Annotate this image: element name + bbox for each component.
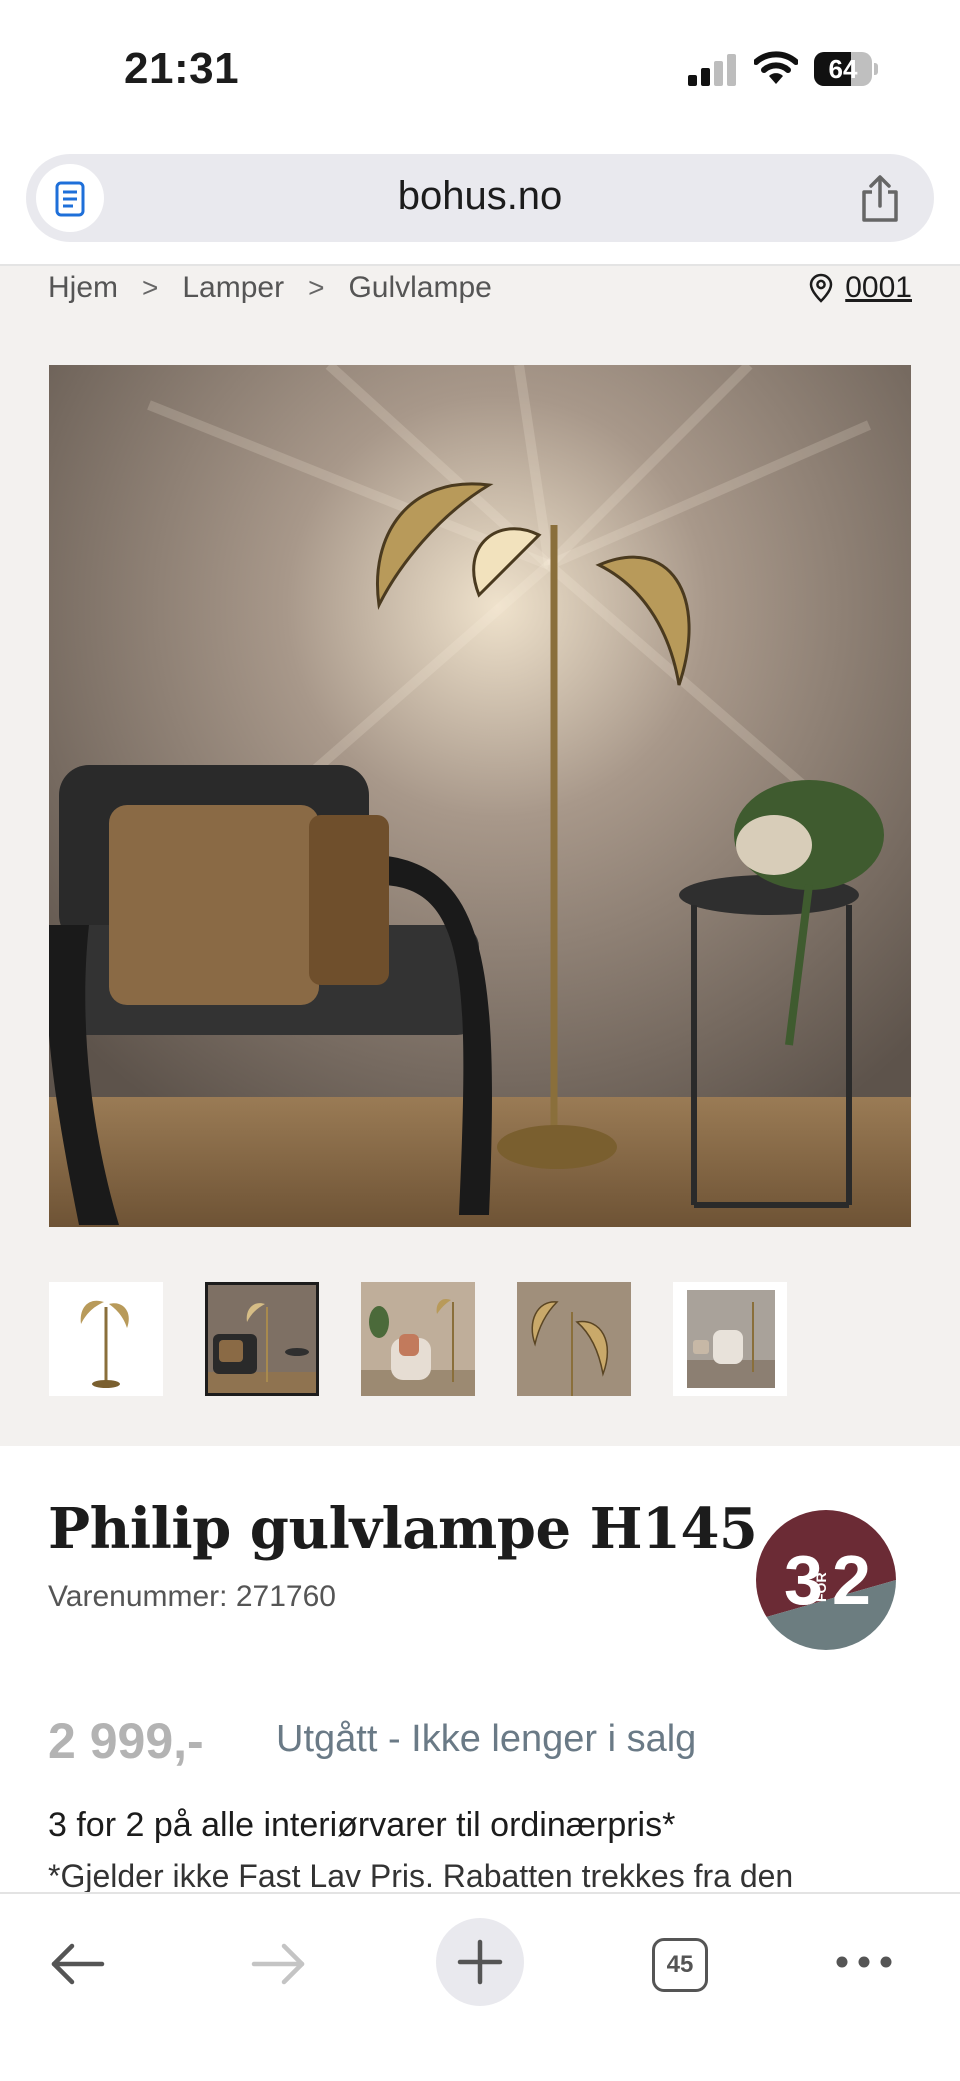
breadcrumb-gulvlampe[interactable]: Gulvlampe	[348, 271, 491, 305]
store-selector[interactable]: 0001	[809, 266, 912, 310]
product-price: 2 999,-	[48, 1713, 204, 1769]
thumbnail-1[interactable]	[49, 1282, 163, 1396]
thumbnail-2[interactable]	[205, 1282, 319, 1396]
address-bar[interactable]: bohus.no	[26, 154, 934, 242]
breadcrumb-home[interactable]: Hjem	[48, 271, 118, 305]
thumbnail-5[interactable]	[673, 1282, 787, 1396]
store-code[interactable]: 0001	[845, 271, 912, 305]
availability-status: Utgått - Ikke lenger i salg	[276, 1718, 697, 1760]
product-sku: Varenummer: 271760	[48, 1580, 336, 1613]
location-pin-icon	[809, 273, 833, 303]
product-main-image[interactable]	[49, 365, 911, 1227]
url-text[interactable]: bohus.no	[26, 174, 934, 219]
promo-badge-right: 2	[832, 1541, 871, 1619]
offer-title: 3 for 2 på alle interiørvarer til ordinæ…	[48, 1806, 676, 1844]
status-bar: 21:31 64	[0, 0, 960, 140]
home-indicator	[339, 2052, 621, 2062]
share-icon[interactable]	[856, 174, 904, 224]
tabs-icon[interactable]: 45	[652, 1938, 708, 1992]
thumbnail-4[interactable]	[517, 1282, 631, 1396]
browser-toolbar: 45	[0, 1892, 960, 2081]
battery-level: 64	[828, 54, 858, 84]
new-tab-button[interactable]	[436, 1918, 524, 2006]
wifi-icon	[753, 50, 799, 86]
promo-3-for-2-badge: 3 FOR 2	[756, 1510, 896, 1650]
battery-icon: 64	[814, 52, 878, 86]
promo-badge-middle: FOR	[813, 1572, 829, 1602]
breadcrumb-separator: >	[142, 272, 159, 303]
offer-description: *Gjelder ikke Fast Lav Pris. Rabatten tr…	[48, 1858, 794, 1894]
thumbnail-3[interactable]	[361, 1282, 475, 1396]
breadcrumb-lamper[interactable]: Lamper	[182, 271, 284, 305]
thumbnail-strip	[49, 1282, 911, 1398]
breadcrumb-separator: >	[308, 272, 325, 303]
back-arrow-icon[interactable]	[48, 1934, 108, 1994]
more-icon[interactable]	[834, 1950, 894, 1974]
reader-icon[interactable]	[36, 164, 104, 232]
plus-icon	[457, 1939, 503, 1985]
product-title: Philip gulvlampe H145	[48, 1496, 758, 1562]
status-time: 21:31	[124, 44, 240, 93]
cellular-signal-icon	[688, 54, 738, 86]
breadcrumb: Hjem > Lamper > Gulvlampe	[48, 266, 492, 310]
forward-arrow-icon[interactable]	[248, 1934, 308, 1994]
